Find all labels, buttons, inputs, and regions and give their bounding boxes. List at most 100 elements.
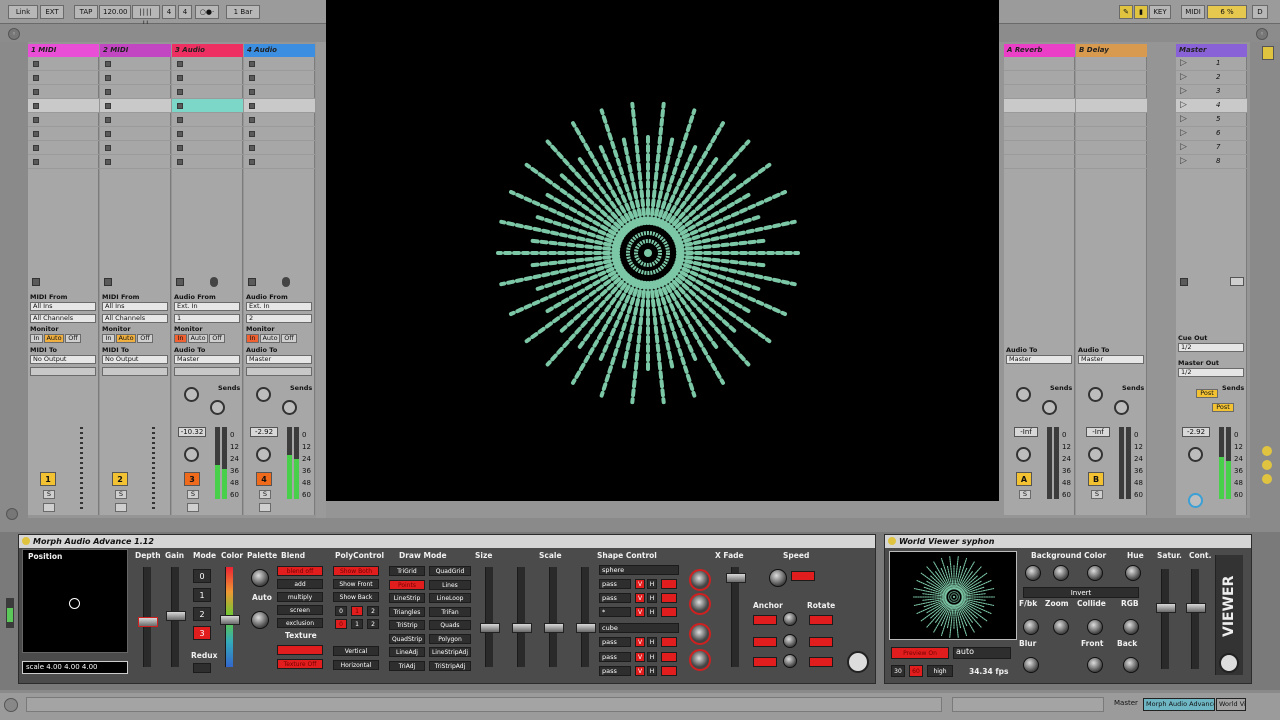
solo-button[interactable]: S — [115, 490, 127, 499]
volume-field[interactable]: -10.32 — [178, 427, 206, 437]
browser-toggle-icon[interactable] — [1262, 46, 1274, 60]
output-select[interactable]: Master — [246, 355, 312, 364]
monitor-in-button[interactable]: In — [174, 334, 187, 343]
palette-knob-2[interactable] — [251, 611, 269, 629]
draw-points[interactable]: Points — [389, 579, 425, 590]
pan-knob[interactable] — [1088, 447, 1103, 462]
monitor-off-button[interactable]: Off — [281, 334, 297, 343]
volume-field[interactable]: -Inf — [1086, 427, 1110, 437]
input-channel-select[interactable]: 2 — [246, 314, 312, 323]
solo-button[interactable]: S — [1019, 490, 1031, 499]
monitor-off-button[interactable]: Off — [209, 334, 225, 343]
h-toggle[interactable]: H — [647, 637, 657, 647]
clip-slot[interactable] — [172, 99, 243, 113]
fader-cap[interactable] — [544, 623, 564, 633]
time-sig-denominator[interactable]: 4 — [178, 5, 192, 19]
poly-show-back[interactable]: Show Back — [333, 592, 379, 602]
contrast-fader[interactable] — [1186, 569, 1206, 669]
rotate-value[interactable] — [809, 615, 833, 625]
monitor-off-button[interactable]: Off — [137, 334, 153, 343]
draw-lines[interactable]: Lines — [429, 579, 471, 590]
pass-select[interactable]: pass — [599, 666, 631, 676]
nudge-icon[interactable]: |||| || — [132, 5, 160, 28]
shape-select-2[interactable]: cube — [599, 623, 679, 633]
blend-exclusion[interactable]: exclusion — [277, 618, 323, 628]
monitor-auto-button[interactable]: Auto — [188, 334, 208, 343]
xfade-knob[interactable] — [689, 649, 711, 671]
clip-slot[interactable] — [244, 155, 315, 169]
speed-knob[interactable] — [769, 569, 787, 587]
stop-button-icon[interactable] — [249, 103, 255, 109]
arm-button[interactable] — [43, 503, 55, 512]
stop-button-icon[interactable] — [105, 131, 111, 137]
fps-button-60[interactable]: 60 — [909, 665, 923, 677]
poly-num2-2[interactable]: 2 — [367, 619, 379, 629]
monitor-auto-button[interactable]: Auto — [44, 334, 64, 343]
returns-toggle-icon[interactable] — [1262, 474, 1272, 484]
viewer-knob[interactable] — [1025, 565, 1041, 581]
poly-show-front[interactable]: Show Front — [333, 579, 379, 589]
clip-slot[interactable] — [28, 71, 99, 85]
track-activator[interactable]: 1 — [40, 472, 56, 486]
monitor-in-button[interactable]: In — [246, 334, 259, 343]
v-toggle[interactable]: V — [635, 637, 645, 647]
cue-volume-knob[interactable] — [1188, 493, 1203, 508]
stop-button-icon[interactable] — [249, 159, 255, 165]
scene-play-icon[interactable]: ▷ — [1180, 86, 1187, 96]
h-toggle[interactable]: H — [647, 652, 657, 662]
volume-field[interactable]: -2.92 — [250, 427, 278, 437]
track-stop-icon[interactable] — [248, 278, 256, 286]
scale-fader-2[interactable] — [544, 567, 564, 667]
scene-launch-7[interactable]: ▷ 7 — [1176, 141, 1247, 155]
sends-toggle-icon[interactable] — [1262, 460, 1272, 470]
output-channel-select[interactable] — [246, 367, 312, 376]
mic-icon[interactable] — [282, 277, 290, 287]
input-channel-select[interactable]: All Channels — [30, 314, 96, 323]
clip-slot[interactable] — [172, 85, 243, 99]
draw-quads[interactable]: Quads — [429, 620, 471, 630]
clip-slot[interactable] — [244, 113, 315, 127]
clip-slot[interactable] — [244, 71, 315, 85]
poly-num-2[interactable]: 2 — [367, 606, 379, 616]
xfade-knob[interactable] — [689, 623, 711, 645]
anchor-knob[interactable] — [783, 654, 797, 668]
draw-lineloop[interactable]: LineLoop — [429, 593, 471, 603]
io-toggle-icon[interactable] — [1262, 446, 1272, 456]
fader-cap[interactable] — [1156, 603, 1176, 613]
invert-button[interactable]: Invert — [1023, 587, 1139, 598]
clip-slot[interactable] — [244, 99, 315, 113]
scene-play-icon[interactable]: ▷ — [1180, 128, 1187, 138]
viewer-knob[interactable] — [1053, 565, 1069, 581]
monitor-in-button[interactable]: In — [102, 334, 115, 343]
quantize-select[interactable]: 1 Bar — [226, 5, 260, 19]
fader-cap[interactable] — [480, 623, 500, 633]
solo-button[interactable]: S — [43, 490, 55, 499]
stop-button-icon[interactable] — [249, 89, 255, 95]
clip-slot[interactable] — [244, 127, 315, 141]
scale-fader-1[interactable] — [512, 567, 532, 667]
shape-select-1[interactable]: sphere — [599, 565, 679, 575]
monitor-off-button[interactable]: Off — [65, 334, 81, 343]
clip-slot[interactable] — [100, 57, 171, 71]
stop-button-icon[interactable] — [249, 75, 255, 81]
stop-button-icon[interactable] — [33, 103, 39, 109]
draw-quadgrid[interactable]: QuadGrid — [429, 566, 471, 576]
palette-knob[interactable] — [251, 569, 269, 587]
track-stop-icon[interactable] — [176, 278, 184, 286]
stop-button-icon[interactable] — [177, 75, 183, 81]
poly-num-1[interactable]: 1 — [351, 606, 363, 616]
tempo-field[interactable]: 120.00 — [99, 5, 131, 19]
input-source-select[interactable]: Ext. In — [246, 302, 312, 311]
scene-launch-8[interactable]: ▷ 8 — [1176, 155, 1247, 169]
key-map-button[interactable]: KEY — [1149, 5, 1171, 19]
shape-value[interactable] — [661, 637, 677, 647]
pass-select[interactable]: pass — [599, 579, 631, 589]
poly-num-0[interactable]: 0 — [335, 606, 347, 616]
mode-button-1[interactable]: 1 — [193, 588, 211, 602]
midi-map-button[interactable]: MIDI — [1181, 5, 1205, 19]
track-stop-icon[interactable] — [104, 278, 112, 286]
stop-button-icon[interactable] — [249, 131, 255, 137]
viewer-knob[interactable] — [1087, 657, 1103, 673]
output-channel-select[interactable] — [102, 367, 168, 376]
send-a-knob[interactable] — [256, 387, 271, 402]
